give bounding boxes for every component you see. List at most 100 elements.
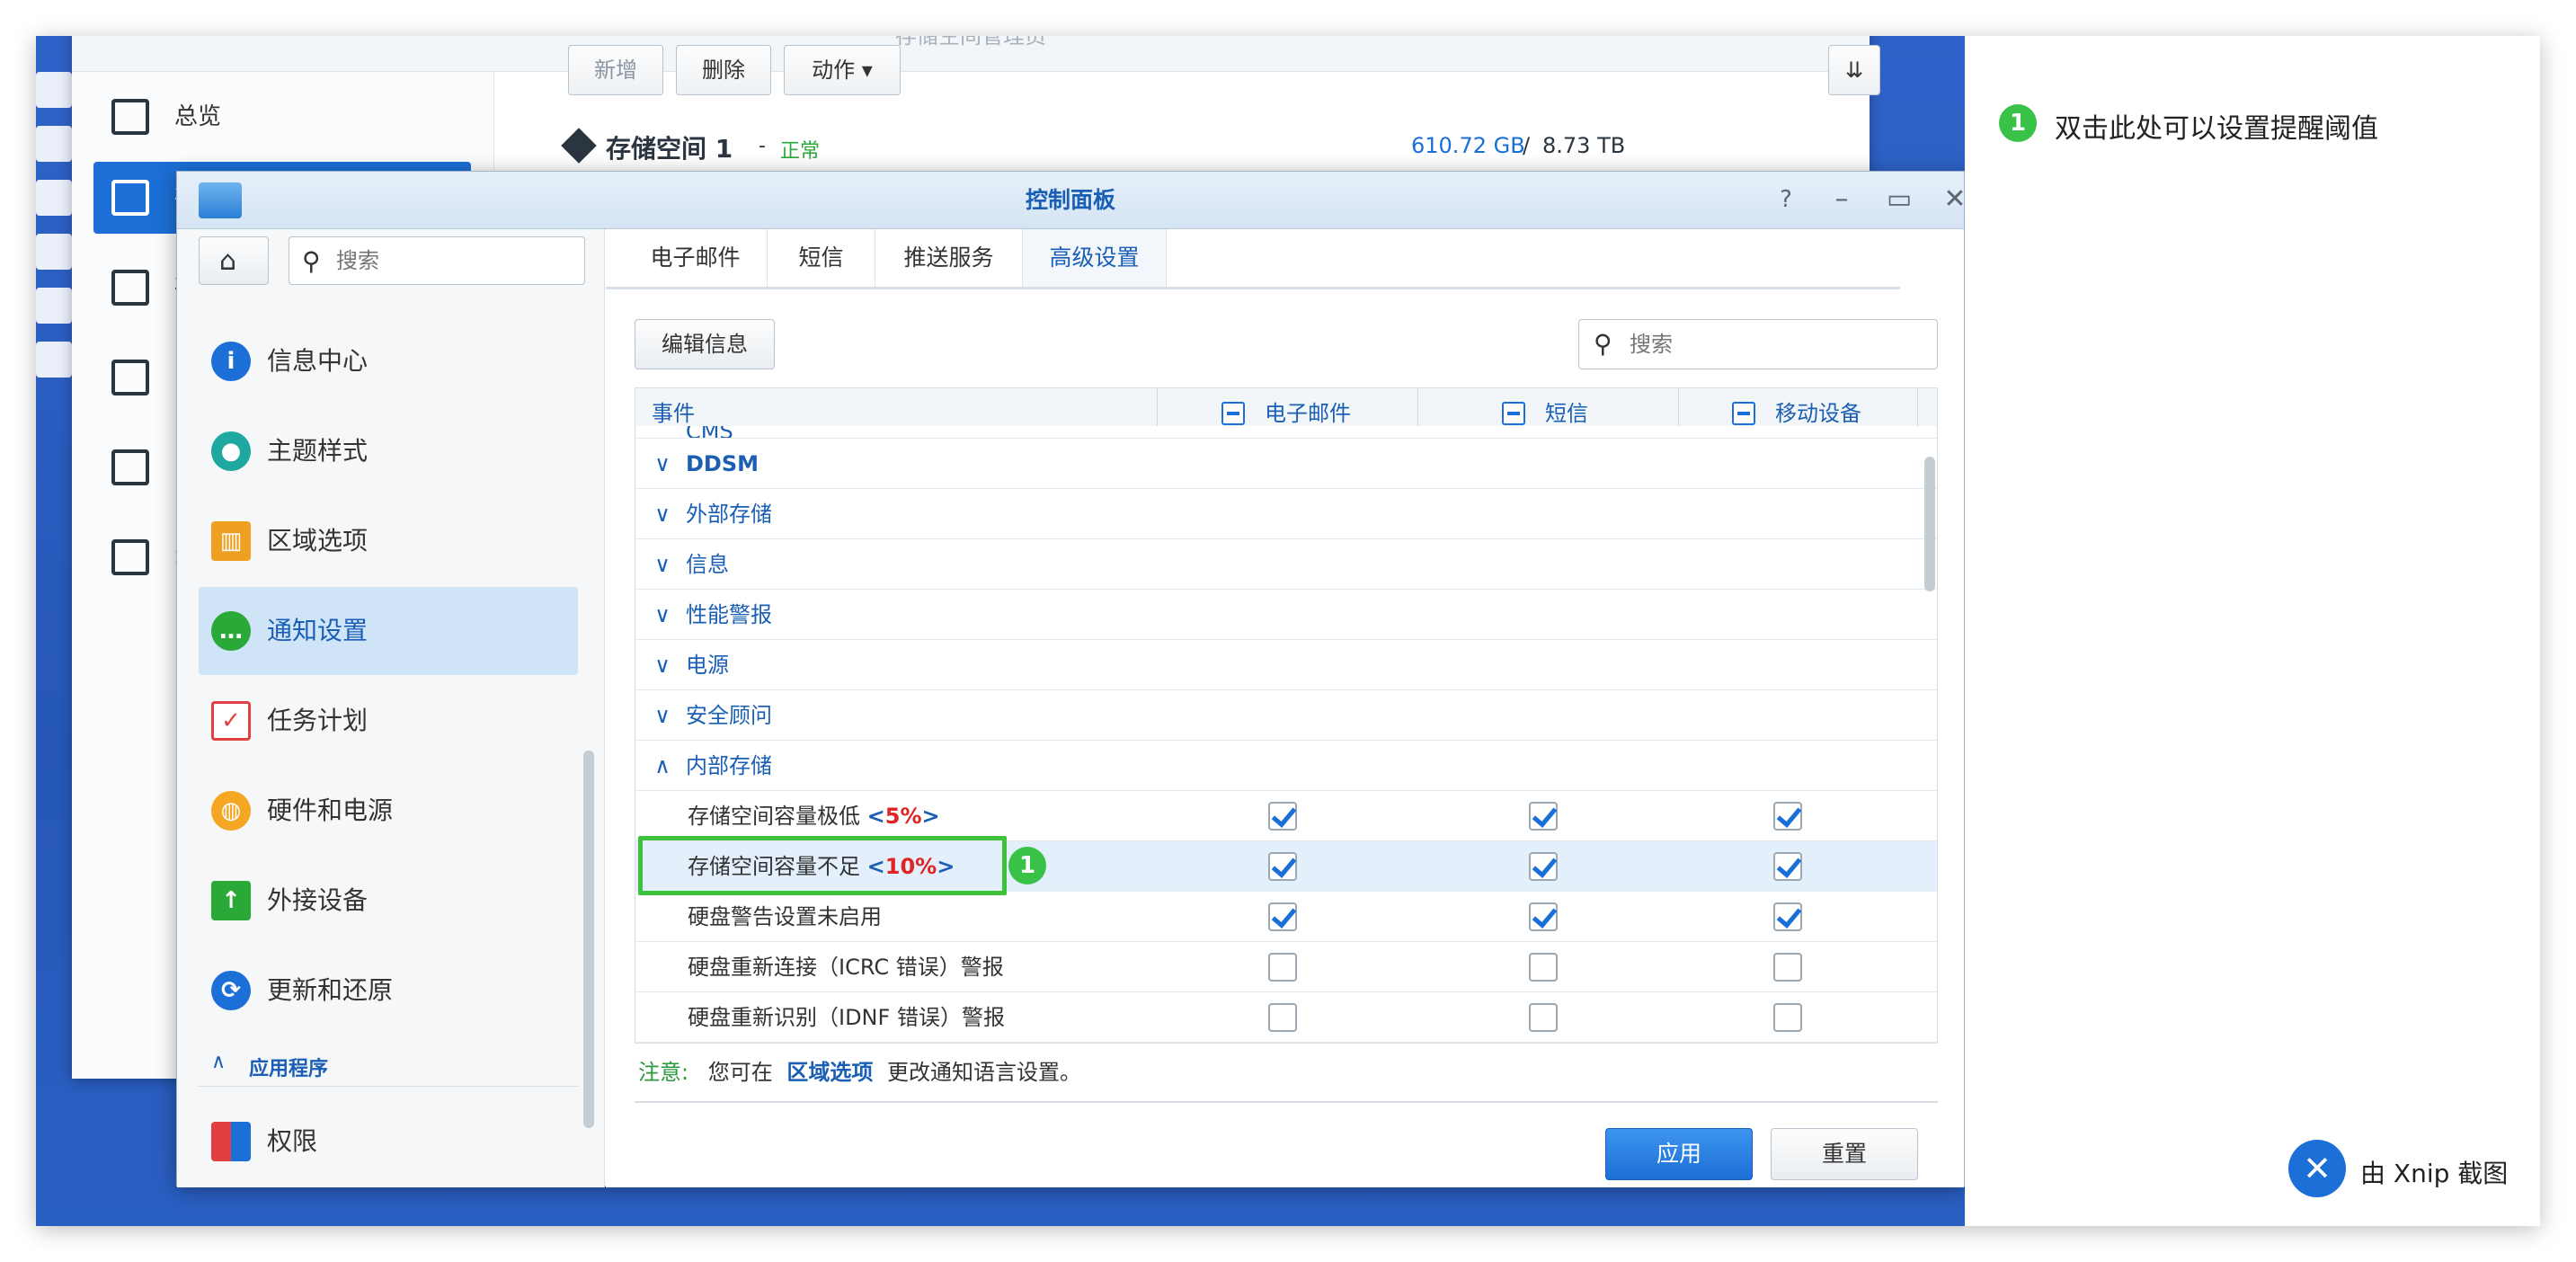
upload-icon: ↑: [211, 881, 251, 920]
minimize-icon[interactable]: –: [1825, 184, 1858, 217]
sidebar-item-task-scheduler[interactable]: ✓ 任务计划: [199, 677, 578, 765]
search-input[interactable]: [334, 244, 577, 277]
tab-push-service[interactable]: 推送服务: [875, 229, 1023, 287]
sms-select-all-checkbox[interactable]: [1502, 402, 1525, 425]
group-row-security-advisor[interactable]: ∨ 安全顾问: [635, 690, 1937, 741]
home-button[interactable]: ⌂: [199, 236, 269, 285]
table-scrollbar[interactable]: [1924, 457, 1935, 591]
email-checkbox[interactable]: [1268, 852, 1297, 881]
action-dropdown[interactable]: 动作 ▾: [784, 45, 901, 95]
control-panel-content: 电子邮件 短信 推送服务 高级设置 编辑信息 ⚲ 事件 电子邮件: [606, 229, 1964, 1187]
refresh-icon: ⟳: [211, 971, 251, 1010]
group-row-power[interactable]: ∨ 电源: [635, 640, 1937, 690]
event-search[interactable]: ⚲: [1578, 319, 1938, 369]
sort-button[interactable]: ⇊: [1828, 45, 1880, 95]
app-icon[interactable]: [36, 126, 72, 162]
bulb-icon: ◍: [211, 791, 251, 831]
control-panel-sidebar: ⌂ ⚲ i信息中心 ●主题样式 ▥区域选项 …通知设置 ✓任务计划 ◍硬件和电源…: [177, 229, 605, 1187]
search-icon: ⚲: [302, 246, 321, 276]
plus-icon: [111, 449, 149, 485]
sms-checkbox[interactable]: [1529, 1003, 1558, 1032]
chevron-down-icon: ∨: [654, 602, 671, 627]
email-select-all-checkbox[interactable]: [1221, 402, 1245, 425]
sidebar-item-external-devices[interactable]: ↑ 外接设备: [199, 857, 578, 945]
email-checkbox[interactable]: [1268, 953, 1297, 982]
threshold-value[interactable]: 5%: [885, 804, 922, 829]
app-icon[interactable]: [36, 72, 72, 108]
sidebar-search[interactable]: ⚲: [289, 236, 585, 285]
mobile-checkbox[interactable]: [1773, 902, 1802, 931]
volume-icon: [561, 128, 597, 164]
tab-divider: [606, 287, 1900, 289]
section-header-applications[interactable]: ∧ 应用程序: [199, 1047, 578, 1087]
apply-button[interactable]: 应用: [1605, 1128, 1753, 1180]
add-button[interactable]: 新增: [568, 45, 663, 95]
mobile-checkbox[interactable]: [1773, 1003, 1802, 1032]
sidebar-item-notification[interactable]: … 通知设置: [199, 587, 578, 675]
app-icon[interactable]: [36, 342, 72, 378]
email-checkbox[interactable]: [1268, 1003, 1297, 1032]
sidebar-item-update-restore[interactable]: ⟳ 更新和还原: [199, 946, 578, 1035]
search-input[interactable]: [1628, 328, 1924, 360]
palette-icon: ●: [211, 431, 251, 471]
sidebar-item-info-center[interactable]: i 信息中心: [199, 317, 578, 405]
sidebar-scrollbar[interactable]: [583, 751, 594, 1128]
chevron-down-icon: ∨: [654, 653, 671, 678]
delete-button[interactable]: 删除: [676, 45, 771, 95]
help-icon[interactable]: ?: [1770, 184, 1802, 217]
chevron-down-icon: ∨: [654, 703, 671, 728]
tab-advanced[interactable]: 高级设置: [1023, 229, 1167, 287]
mobile-checkbox[interactable]: [1773, 953, 1802, 982]
hdd-icon: [111, 360, 149, 395]
mobile-checkbox[interactable]: [1773, 852, 1802, 881]
event-row[interactable]: 硬盘重新连接（ICRC 错误）警报: [635, 942, 1937, 992]
xnip-logo-icon: ✕: [2288, 1140, 2346, 1197]
chevron-up-icon: ∧: [211, 1051, 227, 1073]
event-table: 事件 电子邮件 短信 移动设备 CMS ∨ DDSM ∨ 外部存储 ∨ 信息 ∨…: [635, 387, 1938, 1044]
control-panel-window[interactable]: 控制面板 ? – ▭ ✕ ⌂ ⚲ i信息中心 ●主题样式 ▥区域选项 …通知设置: [176, 171, 1965, 1187]
group-row-info[interactable]: ∨ 信息: [635, 539, 1937, 590]
sms-checkbox[interactable]: [1529, 953, 1558, 982]
event-row[interactable]: 硬盘重新识别（IDNF 错误）警报: [635, 992, 1937, 1043]
maximize-icon[interactable]: ▭: [1883, 184, 1915, 217]
sidebar-item-theme[interactable]: ● 主题样式: [199, 407, 578, 495]
watermark-text: 由 Xnip 截图: [2360, 1159, 2509, 1188]
event-row[interactable]: 硬盘警告设置未启用: [635, 892, 1937, 942]
sms-checkbox[interactable]: [1529, 852, 1558, 881]
sidebar-item-region[interactable]: ▥ 区域选项: [199, 497, 578, 585]
group-row-internal-storage[interactable]: ∧ 内部存储: [635, 741, 1937, 791]
mobile-checkbox[interactable]: [1773, 802, 1802, 831]
email-checkbox[interactable]: [1268, 902, 1297, 931]
close-icon[interactable]: ✕: [1939, 184, 1965, 217]
chevron-down-icon: ∨: [654, 451, 671, 476]
app-icon[interactable]: [36, 288, 72, 324]
email-checkbox[interactable]: [1268, 802, 1297, 831]
edit-message-button[interactable]: 编辑信息: [635, 319, 775, 369]
chat-icon: …: [211, 611, 251, 651]
annotation-panel: [1965, 36, 2540, 1226]
chevron-down-icon: ∨: [654, 552, 671, 577]
app-icon[interactable]: [36, 234, 72, 270]
tab-sms[interactable]: 短信: [768, 229, 875, 287]
region-options-link[interactable]: 区域选项: [786, 1060, 873, 1085]
sms-checkbox[interactable]: [1529, 802, 1558, 831]
group-row-performance[interactable]: ∨ 性能警报: [635, 590, 1937, 640]
calendar-icon: ✓: [211, 701, 251, 741]
sidebar-item-permission[interactable]: 权限: [199, 1098, 578, 1186]
sms-checkbox[interactable]: [1529, 902, 1558, 931]
screenshot-frame: 存储空间管理员 总览 存 存 H H S 新增 删除 动作 ▾ ⇊ 存储空间 1…: [36, 36, 2540, 1226]
group-row-ddsm[interactable]: ∨ DDSM: [635, 439, 1937, 489]
event-row[interactable]: 存储空间容量极低 <5%>: [635, 791, 1937, 841]
title-bar[interactable]: 控制面板 ? – ▭ ✕: [177, 172, 1965, 229]
footer-divider: [635, 1101, 1938, 1103]
group-row-external-storage[interactable]: ∨ 外部存储: [635, 489, 1937, 539]
app-icon[interactable]: [36, 180, 72, 216]
mobile-select-all-checkbox[interactable]: [1732, 402, 1755, 425]
sidebar-item-overview[interactable]: 总览: [93, 81, 471, 153]
tab-email[interactable]: 电子邮件: [624, 229, 768, 287]
sidebar-item-hardware-power[interactable]: ◍ 硬件和电源: [199, 767, 578, 855]
bolt-icon: [111, 539, 149, 575]
reset-button[interactable]: 重置: [1771, 1128, 1918, 1180]
group-row-partial[interactable]: CMS: [635, 426, 1937, 439]
desktop: 存储空间管理员 总览 存 存 H H S 新增 删除 动作 ▾ ⇊ 存储空间 1…: [36, 36, 1965, 1226]
